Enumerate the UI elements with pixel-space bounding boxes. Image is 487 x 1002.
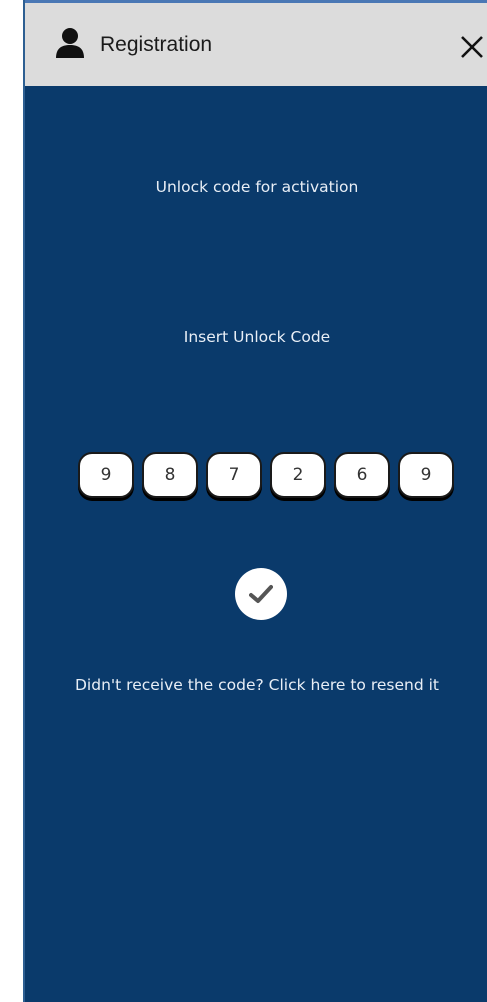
insert-code-prompt: Insert Unlock Code <box>183 328 331 346</box>
code-digit-1[interactable]: 9 <box>78 452 134 498</box>
header-bar: Registration <box>25 0 487 86</box>
close-icon[interactable] <box>458 33 486 61</box>
code-digit-6[interactable]: 9 <box>398 452 454 498</box>
checkmark-icon <box>249 585 273 603</box>
resend-code-link[interactable]: Didn't receive the code? Click here to r… <box>25 676 487 694</box>
confirm-button[interactable] <box>235 568 287 620</box>
code-digit-3[interactable]: 7 <box>206 452 262 498</box>
user-icon <box>56 28 84 58</box>
code-input-row: 9 8 7 2 6 9 <box>78 452 456 504</box>
page-title: Registration <box>100 33 213 56</box>
code-digit-4[interactable]: 2 <box>270 452 326 498</box>
subtitle-text: Unlock code for activation <box>155 178 359 196</box>
code-digit-2[interactable]: 8 <box>142 452 198 498</box>
code-digit-5[interactable]: 6 <box>334 452 390 498</box>
registration-screen: Registration Unlock code for activation … <box>23 0 487 1002</box>
